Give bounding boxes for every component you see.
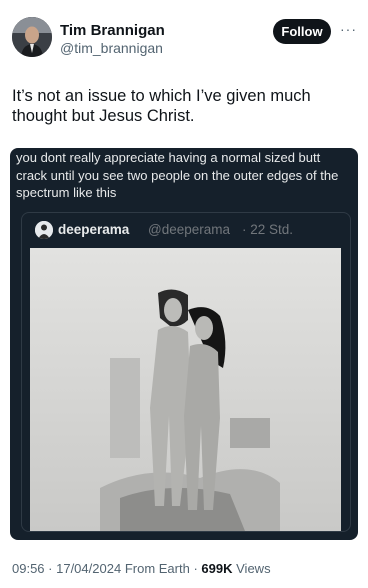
author-handle[interactable]: @tim_brannigan <box>60 40 163 56</box>
quoted-avatar-icon <box>35 221 53 239</box>
quoted-timestamp: · 22 Std. <box>242 222 294 237</box>
views-count: 699K <box>201 561 233 576</box>
embedded-screenshot-card: you dont really appreciate having a norm… <box>10 148 358 540</box>
tweet-text: It’s not an issue to which I’ve given mu… <box>12 87 311 125</box>
quoted-tweet[interactable]: deeperama @deeperama · 22 Std. <box>21 212 351 532</box>
author-avatar[interactable] <box>12 17 52 57</box>
footer-separator: · <box>193 561 198 576</box>
tweet-source: From Earth <box>124 561 190 576</box>
tweet-time[interactable]: 09:56 <box>12 561 45 576</box>
author-name[interactable]: Tim Brannigan <box>60 22 165 39</box>
quoted-avatar <box>35 221 53 239</box>
quoted-photo[interactable] <box>30 248 341 531</box>
follow-button[interactable]: Follow <box>273 19 331 44</box>
black-and-white-photo <box>30 248 341 531</box>
tweet-footer: 09:56 · 17/04/2024 From Earth · 699K Vie… <box>12 561 271 576</box>
card-text: you dont really appreciate having a norm… <box>16 150 339 200</box>
tweet-date[interactable]: · 17/04/2024 <box>48 561 121 576</box>
quoted-author-handle[interactable]: @deeperama <box>148 222 230 237</box>
quoted-author-name[interactable]: deeperama <box>58 222 129 237</box>
views-label: Views <box>236 561 271 576</box>
more-options-icon[interactable]: ··· <box>340 21 357 37</box>
avatar-image <box>12 17 52 57</box>
